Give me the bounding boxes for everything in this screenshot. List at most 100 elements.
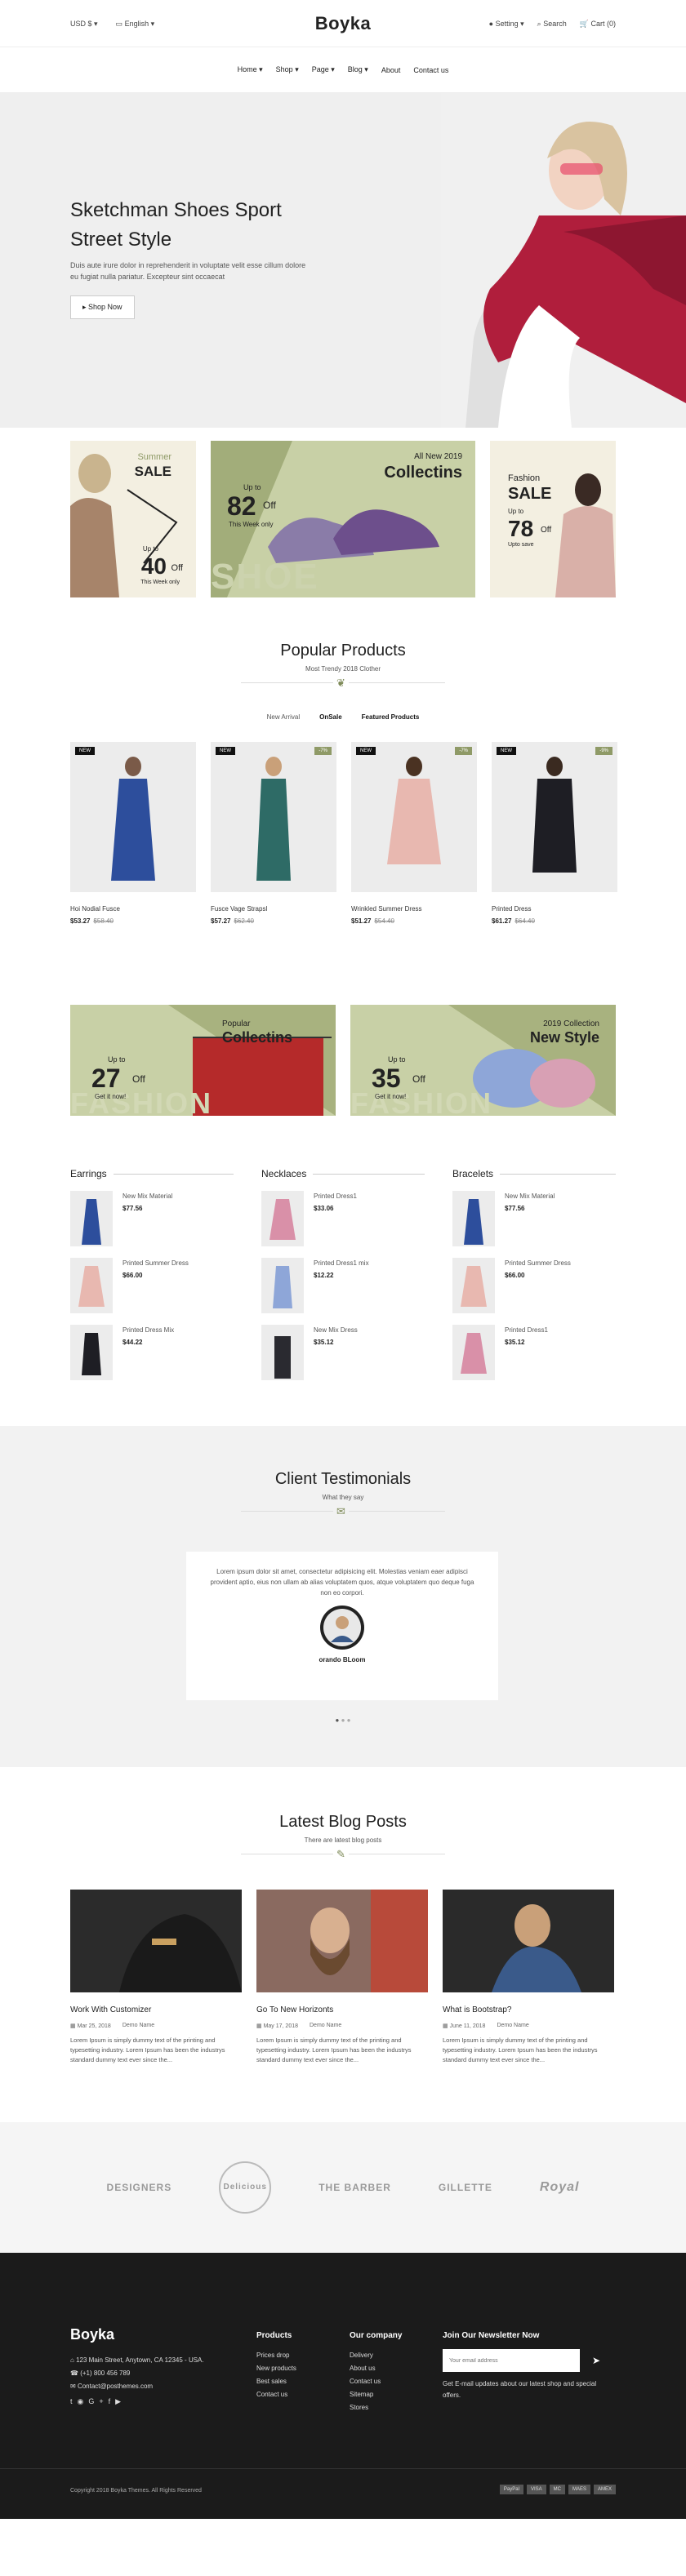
product-image[interactable]: NEW -7% xyxy=(351,742,477,892)
brand-logo-gillette[interactable]: GILLETTE xyxy=(439,2182,492,2193)
popular-subtitle: Most Trendy 2018 Clother xyxy=(305,665,381,673)
nav-about[interactable]: About xyxy=(381,66,401,74)
product-name[interactable]: Fusce Vage Strapsl xyxy=(211,905,336,913)
calendar-icon: ▦ xyxy=(443,2023,448,2029)
blog-post[interactable]: Go To New Horizonts ▦ May 17, 2018 Demo N… xyxy=(256,1890,428,2065)
visa-icon: VISA xyxy=(526,2485,546,2494)
list-title: Earrings xyxy=(70,1168,234,1179)
product-image[interactable]: NEW -7% xyxy=(211,742,336,892)
product-card[interactable]: NEW -7% Wrinkled Summer Dress $51.27 $54.… xyxy=(351,742,477,925)
twitter-icon[interactable]: t xyxy=(70,2397,78,2405)
carousel-dots[interactable]: ● ● ● xyxy=(0,1717,686,1724)
rss-icon[interactable]: ◉ xyxy=(78,2397,89,2405)
blog-post-excerpt: Lorem Ipsum is simply dummy text of the … xyxy=(70,2036,225,2063)
bracelets-list: Bracelets New Mix Material $77.56 Printed… xyxy=(452,1168,616,1380)
blog-post-image[interactable] xyxy=(443,1890,614,1992)
blog-post[interactable]: What is Bootstrap? ▦ June 11, 2018 Demo N… xyxy=(443,1890,614,2065)
cart-button[interactable]: 🛒 Cart (0) xyxy=(580,20,616,29)
list-item-image[interactable] xyxy=(70,1325,113,1380)
popular-collection-banner[interactable]: FASHION Popular Collectins Up to 27 Off … xyxy=(70,1005,336,1116)
list-item-image[interactable] xyxy=(261,1191,304,1246)
footer-logo[interactable]: Boyka xyxy=(70,2326,114,2343)
list-item[interactable]: Printed Summer Dress $66.00 xyxy=(452,1258,616,1313)
list-item-image[interactable] xyxy=(70,1191,113,1246)
sale-badge: -9% xyxy=(595,747,612,755)
list-item-image[interactable] xyxy=(452,1325,495,1380)
product-name[interactable]: Hoi Nodial Fusce xyxy=(70,905,196,913)
list-item[interactable]: Printed Summer Dress $66.00 xyxy=(70,1258,234,1313)
list-item[interactable]: Printed Dress1 $33.06 xyxy=(261,1191,425,1246)
list-item[interactable]: Printed Dress Mix $44.22 xyxy=(70,1325,234,1380)
brand-logo-designers[interactable]: DESIGNERS xyxy=(107,2182,172,2193)
footer-company: Our company Delivery About us Contact us… xyxy=(350,2331,403,2411)
blog-posts: Work With Customizer ▦ Mar 25, 2018 Demo … xyxy=(70,1890,616,2065)
list-item-image[interactable] xyxy=(261,1325,304,1380)
sale-badge: -7% xyxy=(314,747,332,755)
list-item[interactable]: New Mix Dress $35.12 xyxy=(261,1325,425,1380)
google-plus-icon[interactable]: G+ xyxy=(88,2397,108,2405)
nav-page[interactable]: Page ▾ xyxy=(312,65,335,74)
blog-post-image[interactable] xyxy=(70,1890,242,1992)
product-name[interactable]: Wrinkled Summer Dress xyxy=(351,905,477,913)
nav-shop[interactable]: Shop ▾ xyxy=(276,65,299,74)
list-item-image[interactable] xyxy=(261,1258,304,1313)
collection-banners: FASHION Popular Collectins Up to 27 Off … xyxy=(70,1005,616,1116)
brand-logo-barber[interactable]: THE BARBER xyxy=(318,2182,391,2193)
list-item[interactable]: Printed Dress1 mix $12.22 xyxy=(261,1258,425,1313)
product-price: $57.27 $62.40 xyxy=(211,917,254,925)
new-badge: NEW xyxy=(356,747,376,755)
product-name[interactable]: Printed Dress xyxy=(492,905,617,913)
brand-logo-royal[interactable]: Royal xyxy=(540,2180,580,2195)
product-card[interactable]: NEW -9% Printed Dress $61.27 $64.40 xyxy=(492,742,617,925)
search-button[interactable]: ⌕ Search xyxy=(537,20,567,29)
tab-new-arrival[interactable]: New Arrival xyxy=(267,713,300,721)
blog-post-image[interactable] xyxy=(256,1890,428,1992)
blog-post-title[interactable]: Work With Customizer xyxy=(70,2005,242,2014)
tab-onsale[interactable]: OnSale xyxy=(319,713,342,721)
facebook-icon[interactable]: f xyxy=(109,2397,116,2405)
youtube-icon[interactable]: ▶ xyxy=(115,2397,126,2405)
new-collection-banner[interactable]: SHOE All New 2019 Collectins Up to 82 Of… xyxy=(211,441,475,597)
necklaces-list: Necklaces Printed Dress1 $33.06 Printed D… xyxy=(261,1168,425,1380)
mastercard-icon: MC xyxy=(549,2485,565,2494)
category-lists: Earrings New Mix Material $77.56 Printed … xyxy=(70,1168,616,1380)
nav-contact[interactable]: Contact us xyxy=(413,66,448,74)
tab-featured[interactable]: Featured Products xyxy=(362,713,420,721)
list-item-image[interactable] xyxy=(452,1191,495,1246)
hero-title: Sketchman Shoes Sport Street Style xyxy=(70,199,282,251)
product-card[interactable]: NEW Hoi Nodial Fusce $53.27 $58.40 xyxy=(70,742,196,925)
blog-post-excerpt: Lorem Ipsum is simply dummy text of the … xyxy=(443,2036,598,2063)
section-divider: ✉ xyxy=(241,1505,445,1522)
list-item[interactable]: New Mix Material $77.56 xyxy=(452,1191,616,1246)
brand-logo-delicious[interactable]: Delicious xyxy=(219,2161,272,2214)
blog-post-meta: ▦ June 11, 2018 Demo Name xyxy=(443,2023,529,2029)
new-style-banner[interactable]: FASHION 2019 Collection New Style Up to … xyxy=(350,1005,616,1116)
blog-post[interactable]: Work With Customizer ▦ Mar 25, 2018 Demo … xyxy=(70,1890,242,2065)
product-image[interactable]: NEW xyxy=(70,742,196,892)
footer-products: Products Prices drop New products Best s… xyxy=(256,2331,296,2398)
newsletter-email-input[interactable] xyxy=(443,2349,580,2372)
blog-post-title[interactable]: What is Bootstrap? xyxy=(443,2005,614,2014)
nav-blog[interactable]: Blog ▾ xyxy=(348,65,368,74)
shop-now-button[interactable]: ▸ Shop Now xyxy=(70,295,135,319)
send-icon: ➤ xyxy=(591,2355,601,2366)
summer-sale-banner[interactable]: Summer SALE Up to 40 Off This Week only xyxy=(70,441,196,597)
list-item-image[interactable] xyxy=(452,1258,495,1313)
testimonial-card: Lorem ipsum dolor sit amet, consectetur … xyxy=(186,1552,498,1700)
nav-home[interactable]: Home ▾ xyxy=(238,65,263,74)
list-item-image[interactable] xyxy=(70,1258,113,1313)
summer-sale-image xyxy=(70,441,196,597)
product-card[interactable]: NEW -7% Fusce Vage Strapsl $57.27 $62.40 xyxy=(211,742,336,925)
fashion-sale-banner[interactable]: Fashion SALE Up to 78 Off Upto save xyxy=(490,441,616,597)
product-image[interactable]: NEW -9% xyxy=(492,742,617,892)
section-divider: ✎ xyxy=(241,1848,445,1865)
list-item[interactable]: Printed Dress1 $35.12 xyxy=(452,1325,616,1380)
setting-menu[interactable]: ● Setting ▾ xyxy=(489,20,524,29)
blog-post-title[interactable]: Go To New Horizonts xyxy=(256,2005,428,2014)
list-item[interactable]: New Mix Material $77.56 xyxy=(70,1191,234,1246)
popular-title: Popular Products xyxy=(280,642,406,660)
blog-post-meta: ▦ Mar 25, 2018 Demo Name xyxy=(70,2023,155,2029)
new-badge: NEW xyxy=(216,747,235,755)
testimonial-author: orando BLoom xyxy=(318,1656,366,1663)
send-button[interactable]: ➤ xyxy=(585,2349,608,2372)
